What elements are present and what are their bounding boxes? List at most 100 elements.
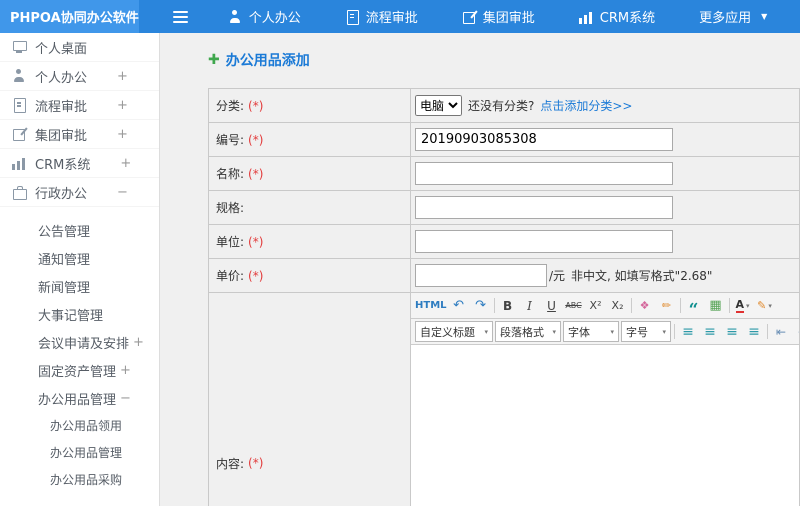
bold-button[interactable]: B bbox=[498, 296, 518, 316]
undo-button[interactable]: ↶ bbox=[449, 296, 469, 316]
align-justify-button[interactable]: ≡ bbox=[744, 322, 764, 342]
sidebar-item-office-supplies-mgmt[interactable]: 办公用品管理 − bbox=[0, 384, 159, 412]
spec-input[interactable] bbox=[415, 196, 673, 219]
underline-button[interactable]: U bbox=[542, 296, 562, 316]
editor-toolbar-row2: 自定义标题 ▾ 段落格式 ▾ 字体 ▾ 字号 ▾ ≡ ≡ ≡ ≡ ⇤ bbox=[411, 319, 799, 345]
dropdown-label: 字体 bbox=[568, 325, 590, 339]
price-input[interactable] bbox=[415, 264, 547, 287]
add-category-link[interactable]: 点击添加分类>> bbox=[540, 97, 632, 114]
editor-content-area[interactable] bbox=[411, 345, 799, 506]
topbar: PHPOA协同办公软件 个人办公 流程审批 集团审批 CRM系统 更多应用 ▼ bbox=[0, 0, 800, 33]
sidebar-item-desktop[interactable]: 个人桌面 bbox=[0, 33, 159, 62]
font-size-dropdown[interactable]: 字号 ▾ bbox=[621, 321, 671, 342]
expand-minus: − bbox=[117, 184, 128, 200]
menu-icon[interactable] bbox=[172, 8, 188, 26]
sidebar-item-news-mgmt[interactable]: 新闻管理 bbox=[0, 272, 159, 300]
field-label: 单价: (*) bbox=[209, 259, 411, 292]
sidebar-item-supplies-manage[interactable]: 办公用品管理 bbox=[0, 439, 159, 466]
required-mark: (*) bbox=[248, 456, 264, 470]
editor-toolbar-row1: HTML ↶ ↷ B I U ABC X² X₂ ❖ ✏ “ ▦ A ▾ ✎ ▾ bbox=[411, 293, 799, 319]
nav-label: 个人办公 bbox=[248, 11, 301, 26]
insert-image-button[interactable]: ▦ bbox=[706, 296, 726, 316]
sidebar-item-label: 新闻管理 bbox=[38, 280, 91, 296]
sidebar-item-label: 办公用品管理 bbox=[38, 392, 117, 408]
nav-crm-system[interactable]: CRM系统 bbox=[569, 0, 665, 33]
category-select[interactable]: 电脑 bbox=[415, 95, 462, 116]
form-row-unit: 单位: (*) bbox=[209, 225, 799, 259]
person-icon bbox=[228, 9, 242, 24]
add-icon: ✚ bbox=[208, 52, 220, 68]
sidebar-item-meeting-request[interactable]: 会议申请及安排 + bbox=[0, 328, 159, 356]
name-input[interactable] bbox=[415, 162, 673, 185]
highlight-button[interactable]: ✎ ▾ bbox=[755, 296, 775, 316]
outdent-button[interactable]: ⇤ bbox=[771, 322, 791, 342]
caret-down-icon: ▾ bbox=[746, 301, 750, 310]
font-family-dropdown[interactable]: 字体 ▾ bbox=[563, 321, 619, 342]
source-code-button[interactable]: HTML bbox=[415, 296, 447, 316]
required-mark: (*) bbox=[248, 234, 264, 249]
field-value: /元 非中文, 如填写格式"2.68" bbox=[411, 259, 799, 292]
font-color-button[interactable]: A ▾ bbox=[733, 296, 753, 316]
sidebar-item-label: 办公用品采购 bbox=[50, 473, 123, 487]
sidebar-item-label: 办公用品管理 bbox=[50, 446, 123, 460]
custom-title-dropdown[interactable]: 自定义标题 ▾ bbox=[415, 321, 493, 342]
number-input[interactable] bbox=[415, 128, 673, 151]
sidebar-item-personal-office[interactable]: 个人办公 + bbox=[0, 62, 159, 91]
nav-personal-office[interactable]: 个人办公 bbox=[218, 0, 311, 33]
nav-group-approval[interactable]: 集团审批 bbox=[452, 0, 545, 33]
label-text: 编号: bbox=[216, 133, 245, 147]
subscript-button[interactable]: X₂ bbox=[608, 296, 628, 316]
dropdown-label: 字号 bbox=[626, 325, 648, 339]
sidebar-item-supplies-claim[interactable]: 办公用品领用 bbox=[0, 412, 159, 439]
blockquote-button[interactable]: “ bbox=[684, 296, 704, 319]
sidebar-item-announcement-mgmt[interactable]: 公告管理 bbox=[0, 216, 159, 244]
top-nav: 个人办公 流程审批 集团审批 CRM系统 更多应用 ▼ bbox=[218, 0, 800, 33]
expand-plus: + bbox=[120, 362, 131, 378]
nav-more-apps[interactable]: 更多应用 ▼ bbox=[689, 0, 777, 33]
workflow-icon bbox=[345, 9, 359, 25]
italic-button[interactable]: I bbox=[520, 296, 540, 316]
align-right-button[interactable]: ≡ bbox=[722, 322, 742, 342]
paragraph-format-dropdown[interactable]: 段落格式 ▾ bbox=[495, 321, 561, 342]
sidebar-item-admin-office[interactable]: 行政办公 − bbox=[0, 178, 159, 207]
form-row-price: 单价: (*) /元 非中文, 如填写格式"2.68" bbox=[209, 259, 799, 293]
sidebar-item-label: 集团审批 bbox=[35, 128, 88, 144]
sidebar-item-label: 固定资产管理 bbox=[38, 364, 117, 380]
price-unit: /元 bbox=[549, 269, 566, 283]
indent-button[interactable]: ⇥ bbox=[793, 322, 799, 342]
superscript-button[interactable]: X² bbox=[586, 296, 606, 316]
form-row-content: 内容: (*) HTML ↶ ↷ B I U ABC X² X₂ ❖ ✏ “ ▦… bbox=[209, 293, 799, 506]
field-value bbox=[411, 225, 799, 258]
app-logo[interactable]: PHPOA协同办公软件 bbox=[0, 0, 139, 33]
align-left-button[interactable]: ≡ bbox=[678, 322, 698, 342]
sidebar-item-supplies-purchase[interactable]: 办公用品采购 bbox=[0, 466, 159, 493]
sidebar-item-fixed-assets-mgmt[interactable]: 固定资产管理 + bbox=[0, 356, 159, 384]
dropdown-label: 段落格式 bbox=[500, 325, 544, 339]
label-text: 规格: bbox=[216, 201, 245, 215]
sidebar-item-group-approval[interactable]: 集团审批 + bbox=[0, 120, 159, 149]
sidebar-item-notice-mgmt[interactable]: 通知管理 bbox=[0, 244, 159, 272]
strikethrough-button[interactable]: ABC bbox=[564, 296, 584, 316]
redo-button[interactable]: ↷ bbox=[471, 296, 491, 316]
field-value: 电脑 还没有分类? 点击添加分类>> bbox=[411, 89, 799, 122]
label-text: 名称: bbox=[216, 167, 245, 181]
page-title-row: ✚ 办公用品添加 bbox=[208, 47, 800, 73]
expand-plus: + bbox=[117, 68, 128, 84]
sidebar-item-label: 办公用品领用 bbox=[50, 419, 123, 433]
nav-workflow-approval[interactable]: 流程审批 bbox=[335, 0, 428, 33]
sidebar-item-workflow-approval[interactable]: 流程审批 + bbox=[0, 91, 159, 120]
form-row-category: 分类: (*) 电脑 还没有分类? 点击添加分类>> bbox=[209, 89, 799, 123]
format-brush-button[interactable]: ✏ bbox=[657, 296, 677, 316]
sidebar-item-label: 通知管理 bbox=[38, 252, 91, 268]
field-label: 分类: (*) bbox=[209, 89, 411, 122]
workflow-icon bbox=[12, 98, 26, 113]
field-label: 内容: (*) bbox=[209, 293, 411, 506]
sidebar-item-crm-system[interactable]: CRM系统 + bbox=[0, 149, 159, 178]
unit-input[interactable] bbox=[415, 230, 673, 253]
sidebar-item-memorabilia-mgmt[interactable]: 大事记管理 bbox=[0, 300, 159, 328]
align-center-button[interactable]: ≡ bbox=[700, 322, 720, 342]
caret-down-icon: ▾ bbox=[484, 327, 488, 336]
remove-format-button[interactable]: ❖ bbox=[635, 296, 655, 316]
sidebar-item-label: 大事记管理 bbox=[38, 308, 104, 324]
field-label: 规格: bbox=[209, 191, 411, 224]
